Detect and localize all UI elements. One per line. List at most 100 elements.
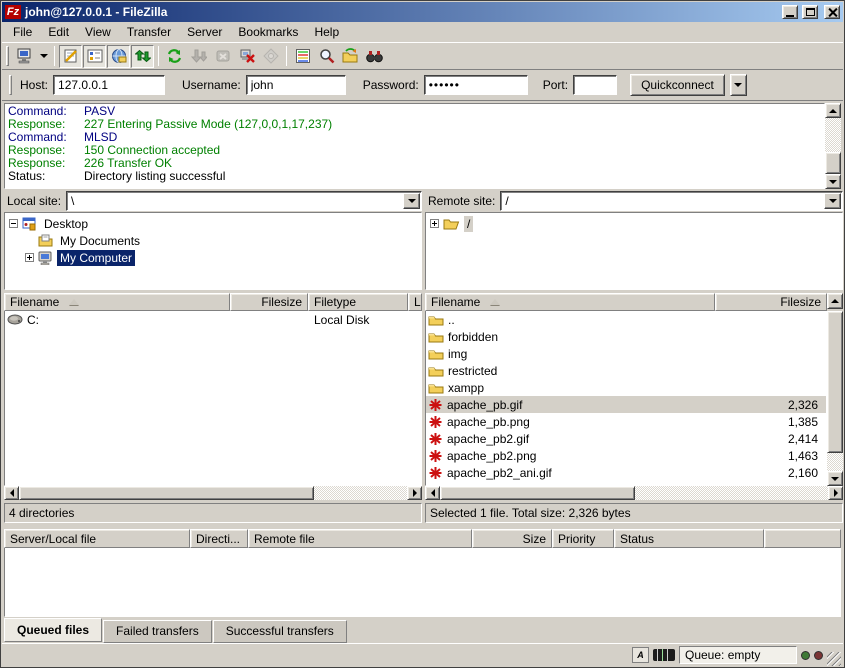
menu-server[interactable]: Server — [179, 22, 230, 42]
column-header-filename[interactable]: Filename — [425, 293, 715, 311]
column-header-filesize[interactable]: Filesize — [715, 293, 827, 311]
directory-comparison-button[interactable] — [291, 45, 314, 68]
scroll-thumb[interactable] — [827, 311, 843, 453]
refresh-button[interactable] — [163, 45, 186, 68]
maximize-button[interactable] — [802, 5, 818, 19]
tab-successful-transfers[interactable]: Successful transfers — [213, 620, 347, 643]
datatype-indicator-icon[interactable]: A — [632, 647, 649, 663]
find-files-button[interactable] — [363, 45, 386, 68]
port-input[interactable] — [573, 75, 617, 95]
menu-transfer[interactable]: Transfer — [119, 22, 179, 42]
file-row[interactable]: apache_pb2_ani.gif 2,160 — [426, 464, 826, 481]
host-input[interactable] — [53, 75, 165, 95]
scroll-left-button[interactable] — [425, 486, 440, 500]
cancel-button[interactable] — [211, 45, 234, 68]
remote-site-dropdown[interactable] — [824, 193, 841, 209]
toggle-remote-tree-button[interactable] — [107, 45, 130, 68]
file-row-selected[interactable]: apache_pb.gif 2,326 — [426, 396, 826, 413]
collapse-icon[interactable] — [9, 219, 18, 228]
quickbar-grip[interactable] — [9, 75, 12, 95]
menu-edit[interactable]: Edit — [40, 22, 77, 42]
column-header-priority[interactable]: Priority — [552, 529, 614, 548]
transfer-queue-list[interactable] — [4, 548, 841, 617]
expand-icon[interactable] — [430, 219, 439, 228]
scroll-track[interactable] — [314, 486, 407, 500]
tree-item-root[interactable]: / — [426, 215, 842, 232]
local-site-dropdown[interactable] — [403, 193, 420, 209]
tree-item-desktop[interactable]: Desktop — [5, 215, 421, 232]
tab-failed-transfers[interactable]: Failed transfers — [103, 620, 212, 643]
site-manager-button[interactable] — [13, 45, 36, 68]
scroll-right-button[interactable] — [407, 486, 422, 500]
toggle-local-tree-button[interactable] — [83, 45, 106, 68]
file-row[interactable]: xampp — [426, 379, 826, 396]
quickconnect-dropdown[interactable] — [730, 74, 747, 96]
column-header-lastmodified[interactable]: L — [408, 293, 422, 311]
menu-help[interactable]: Help — [306, 22, 347, 42]
column-header-direction[interactable]: Directi... — [190, 529, 248, 548]
scroll-down-button[interactable] — [825, 174, 841, 189]
close-button[interactable] — [824, 5, 840, 19]
local-file-list[interactable]: C: Local Disk — [4, 311, 422, 486]
local-site-combobox[interactable]: \ — [66, 191, 422, 211]
remote-hscrollbar[interactable] — [425, 486, 843, 500]
site-manager-dropdown[interactable] — [37, 45, 50, 68]
toolbar-grip[interactable] — [6, 46, 9, 66]
toggle-transfer-queue-button[interactable] — [131, 45, 154, 68]
filter-button[interactable] — [315, 45, 338, 68]
column-header-filetype[interactable]: Filetype — [308, 293, 408, 311]
file-row-c-drive[interactable]: C: Local Disk — [5, 311, 421, 328]
remote-file-list[interactable]: .. forbidden img restricted — [425, 311, 827, 486]
process-queue-button[interactable] — [187, 45, 210, 68]
column-header-size[interactable]: Size — [472, 529, 552, 548]
tree-item-my-computer[interactable]: My Computer — [5, 249, 421, 266]
column-header-status[interactable]: Status — [614, 529, 764, 548]
remote-vscrollbar[interactable] — [827, 311, 843, 486]
toggle-message-log-button[interactable] — [59, 45, 82, 68]
file-row[interactable]: forbidden — [426, 328, 826, 345]
tree-item-my-documents[interactable]: My Documents — [5, 232, 421, 249]
menu-file[interactable]: File — [5, 22, 40, 42]
column-header-remotefile[interactable]: Remote file — [248, 529, 472, 548]
expand-icon[interactable] — [25, 253, 34, 262]
column-header-filename[interactable]: Filename — [4, 293, 230, 311]
scroll-down-button[interactable] — [827, 471, 843, 486]
minimize-button[interactable] — [782, 5, 798, 19]
synchronized-browsing-button[interactable] — [339, 45, 362, 68]
reconnect-button[interactable] — [259, 45, 282, 68]
remote-tree[interactable]: / — [425, 212, 843, 290]
disconnect-button[interactable] — [235, 45, 258, 68]
file-row[interactable]: img — [426, 345, 826, 362]
file-row[interactable]: apache_pb2.png 1,463 — [426, 447, 826, 464]
column-header-serverlocal[interactable]: Server/Local file — [4, 529, 190, 548]
scroll-up-button[interactable] — [825, 103, 841, 118]
column-header-filesize[interactable]: Filesize — [230, 293, 308, 311]
file-row[interactable]: apache_pb2.gif 2,414 — [426, 430, 826, 447]
scroll-thumb[interactable] — [825, 152, 841, 174]
log-scrollbar[interactable] — [825, 103, 841, 189]
scroll-thumb[interactable] — [440, 486, 635, 500]
resize-grip[interactable] — [827, 652, 841, 666]
scroll-right-button[interactable] — [828, 486, 843, 500]
local-hscrollbar[interactable] — [4, 486, 422, 500]
scroll-thumb[interactable] — [19, 486, 314, 500]
scroll-up-button[interactable] — [827, 293, 843, 309]
menu-bookmarks[interactable]: Bookmarks — [230, 22, 306, 42]
file-row[interactable]: restricted — [426, 362, 826, 379]
password-input[interactable] — [424, 75, 528, 95]
speedlimit-indicator-icon[interactable] — [653, 649, 675, 661]
tab-queued-files[interactable]: Queued files — [4, 618, 102, 642]
title-bar[interactable]: Fz john@127.0.0.1 - FileZilla — [2, 2, 843, 22]
scroll-left-button[interactable] — [4, 486, 19, 500]
file-row[interactable]: apache_pb.png 1,385 — [426, 413, 826, 430]
message-log[interactable]: Command:PASV Response:227 Entering Passi… — [4, 103, 825, 189]
scroll-track[interactable] — [635, 486, 828, 500]
scroll-track[interactable] — [825, 118, 841, 152]
quickconnect-button[interactable]: Quickconnect — [630, 74, 725, 96]
file-row[interactable]: .. — [426, 311, 826, 328]
menu-view[interactable]: View — [77, 22, 119, 42]
local-tree[interactable]: Desktop My Documents My Computer — [4, 212, 422, 290]
username-input[interactable] — [246, 75, 346, 95]
scroll-track[interactable] — [827, 453, 843, 471]
remote-site-combobox[interactable]: / — [500, 191, 843, 211]
